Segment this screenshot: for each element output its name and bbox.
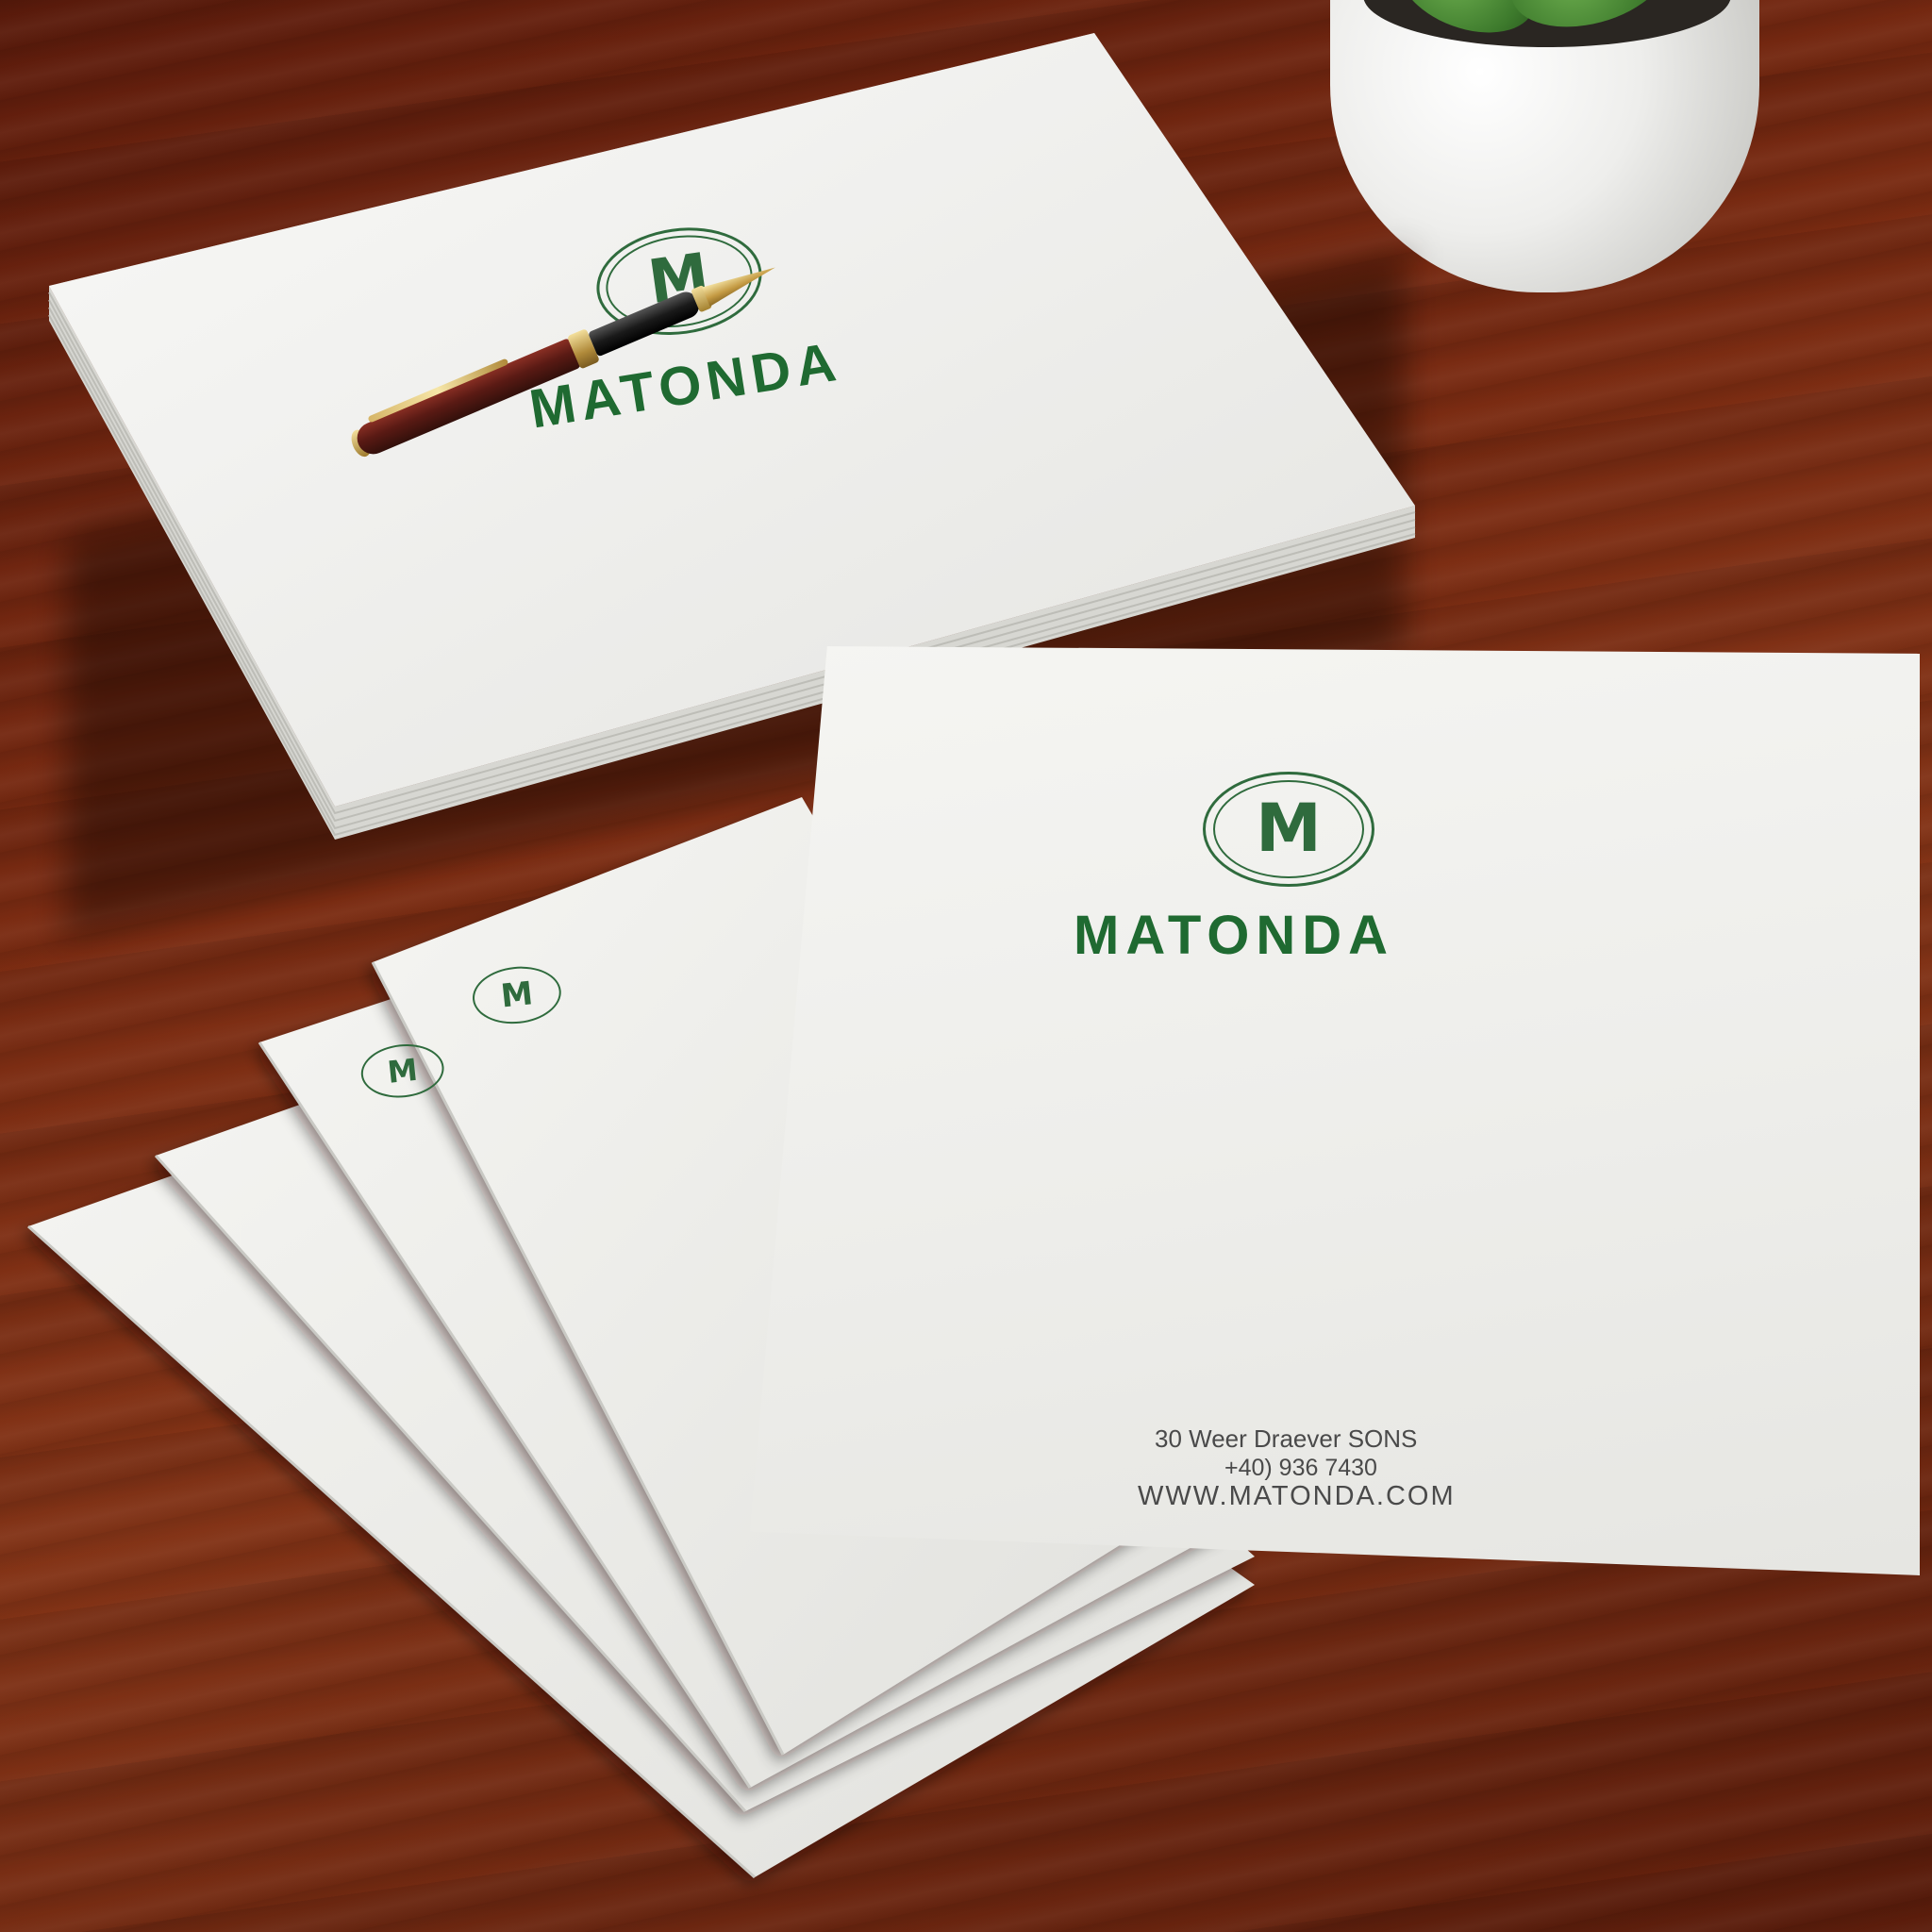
desk-scene: M MATONDA M M M MATONDA 30 Weer Draever … (0, 0, 1932, 1932)
address-line: 30 Weer Draever SONS (1155, 1424, 1418, 1453)
front-brand: MATONDA (1074, 905, 1395, 966)
website-line: WWW.MATONDA.COM (1138, 1481, 1456, 1511)
phone-line: +40) 936 7430 (1224, 1455, 1377, 1481)
front-monogram: M (1256, 790, 1322, 867)
